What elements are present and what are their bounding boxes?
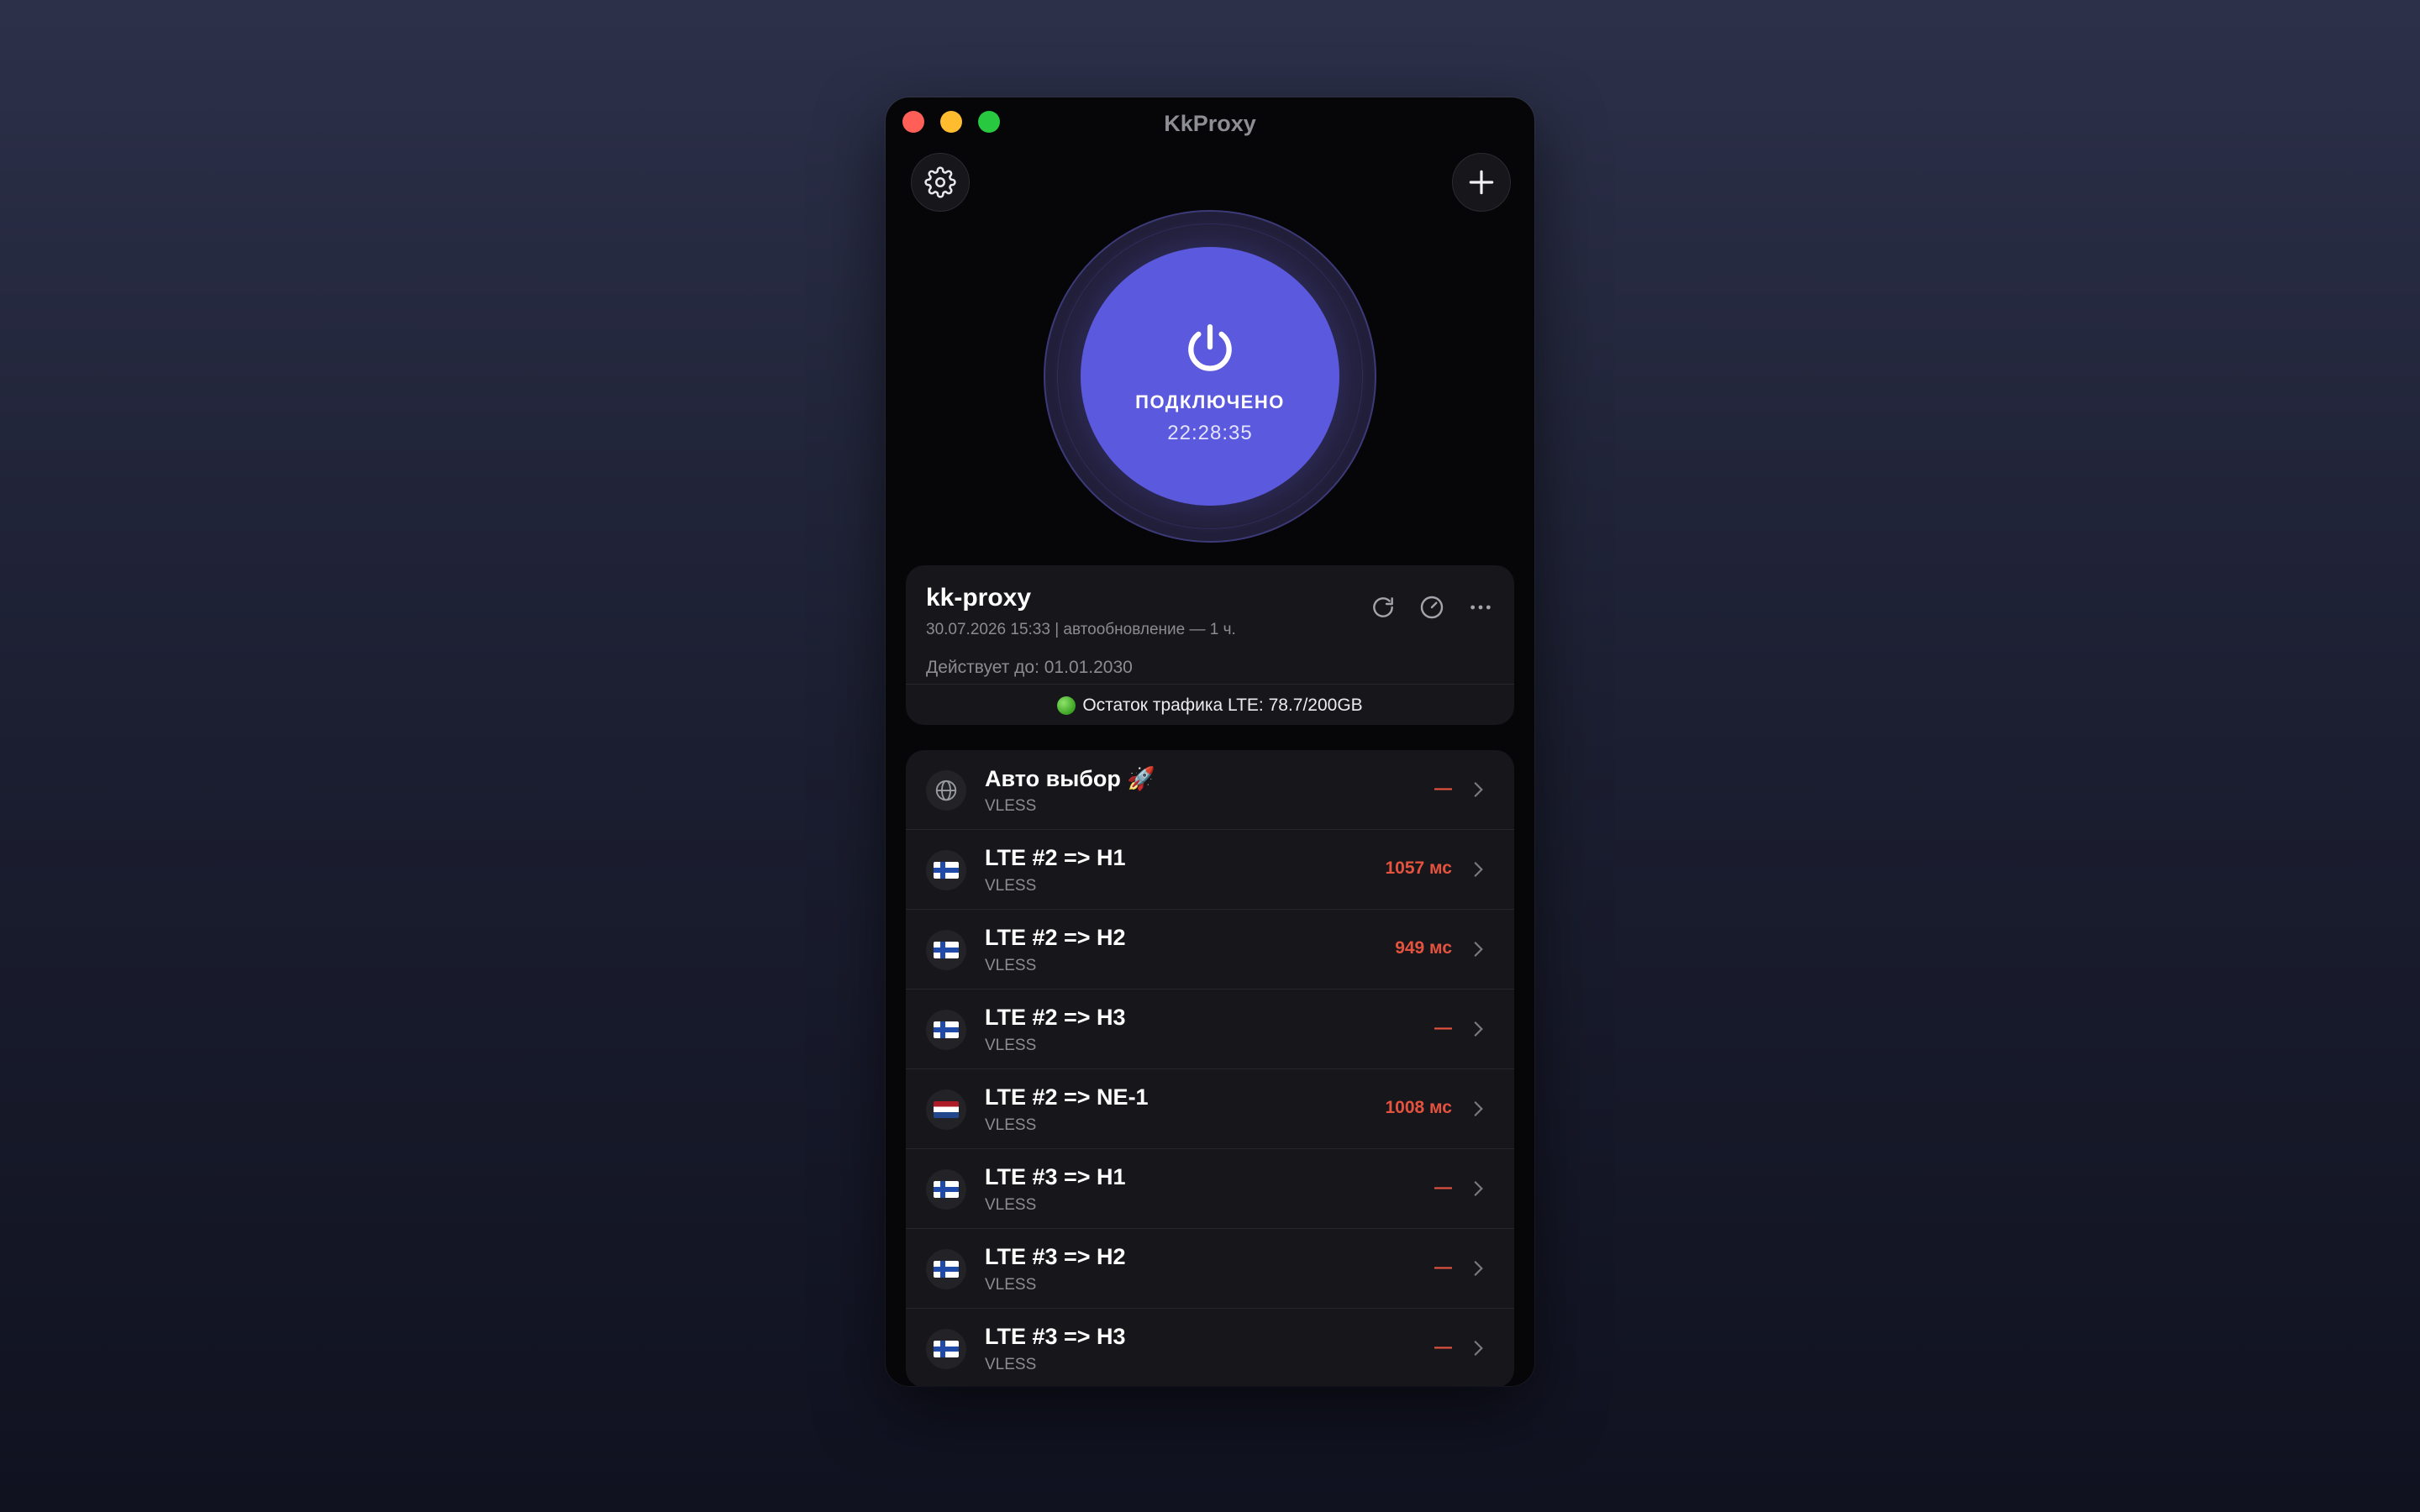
server-protocol: VLESS xyxy=(985,957,1037,974)
server-ping: 1057 мс xyxy=(1385,858,1453,878)
server-row[interactable]: LTE #2 => H1 VLESS 1057 мс xyxy=(906,830,1514,910)
server-row[interactable]: LTE #2 => H2 VLESS 949 мс xyxy=(906,910,1514,990)
connection-timer: 22:28:35 xyxy=(1167,422,1253,444)
subscription-actions xyxy=(1368,592,1496,622)
app-window: KkProxy ПОДКЛЮЧЕНО 22:28:35 kk-proxy 30.… xyxy=(886,97,1534,1386)
server-name: LTE #3 => H2 xyxy=(985,1244,1126,1269)
window-title: KkProxy xyxy=(1164,111,1256,136)
refresh-button[interactable] xyxy=(1368,592,1398,622)
finland-flag-icon xyxy=(926,1169,966,1210)
server-name: LTE #2 => NE-1 xyxy=(985,1084,1149,1110)
server-name: LTE #3 => H1 xyxy=(985,1164,1126,1189)
server-name: LTE #3 => H3 xyxy=(985,1324,1126,1349)
server-row[interactable]: LTE #3 => H3 VLESS — xyxy=(906,1309,1514,1386)
speed-test-icon xyxy=(1420,596,1444,619)
server-protocol: VLESS xyxy=(985,797,1037,815)
server-ping: 949 мс xyxy=(1395,938,1452,958)
title-bar: KkProxy xyxy=(886,97,1534,151)
chevron-right-icon xyxy=(1474,782,1483,797)
server-ping: 1008 мс xyxy=(1385,1098,1453,1117)
finland-flag-icon xyxy=(926,1010,966,1050)
netherlands-flag-icon xyxy=(926,1089,966,1130)
more-button[interactable] xyxy=(1465,592,1496,622)
server-name: LTE #2 => H1 xyxy=(985,845,1126,870)
refresh-icon xyxy=(1373,597,1393,617)
chevron-right-icon xyxy=(1474,1181,1483,1196)
chevron-right-icon xyxy=(1474,942,1483,957)
finland-flag-icon xyxy=(926,1329,966,1369)
gear-icon xyxy=(924,166,956,198)
server-name: Авто выбор 🚀 xyxy=(985,766,1156,791)
chevron-right-icon xyxy=(1474,1261,1483,1276)
server-ping: — xyxy=(1434,779,1452,798)
chevron-right-icon xyxy=(1474,1021,1483,1037)
server-list: Авто выбор 🚀 VLESS — LTE #2 => H1 VLESS … xyxy=(906,750,1514,1386)
power-icon xyxy=(1188,323,1232,371)
subscription-name: kk-proxy xyxy=(926,584,1032,612)
speed-test-button[interactable] xyxy=(1417,592,1447,622)
subscription-card: kk-proxy 30.07.2026 15:33 | автообновлен… xyxy=(906,565,1514,725)
subscription-update-info: 30.07.2026 15:33 | автообновление — 1 ч. xyxy=(926,621,1236,638)
server-protocol: VLESS xyxy=(985,1356,1037,1373)
server-row[interactable]: LTE #2 => NE-1 VLESS 1008 мс xyxy=(906,1069,1514,1149)
finland-flag-icon xyxy=(926,930,966,970)
plus-icon xyxy=(1469,170,1494,195)
server-row[interactable]: LTE #2 => H3 VLESS — xyxy=(906,990,1514,1069)
green-circle-icon xyxy=(1057,696,1076,715)
server-name: LTE #2 => H2 xyxy=(985,925,1126,950)
traffic-text: Остаток трафика LTE: 78.7/200GB xyxy=(1082,695,1363,715)
connect-toggle-button[interactable]: ПОДКЛЮЧЕНО 22:28:35 xyxy=(1081,247,1339,506)
server-protocol: VLESS xyxy=(985,1196,1037,1214)
server-row[interactable]: LTE #3 => H1 VLESS — xyxy=(906,1149,1514,1229)
settings-button[interactable] xyxy=(911,153,970,212)
server-protocol: VLESS xyxy=(985,1276,1037,1294)
server-protocol: VLESS xyxy=(985,877,1037,895)
finland-flag-icon xyxy=(926,1249,966,1289)
subscription-valid-until: Действует до: 01.01.2030 xyxy=(926,658,1133,677)
more-icon xyxy=(1470,605,1491,610)
chevron-right-icon xyxy=(1474,1341,1483,1356)
chevron-right-icon xyxy=(1474,862,1483,877)
server-protocol: VLESS xyxy=(985,1037,1037,1054)
chevron-right-icon xyxy=(1474,1101,1483,1116)
server-row[interactable]: LTE #3 => H2 VLESS — xyxy=(906,1229,1514,1309)
server-protocol: VLESS xyxy=(985,1116,1037,1134)
server-row-auto[interactable]: Авто выбор 🚀 VLESS — xyxy=(906,750,1514,830)
add-subscription-button[interactable] xyxy=(1452,153,1511,212)
server-ping: — xyxy=(1434,1178,1452,1197)
finland-flag-icon xyxy=(926,850,966,890)
connection-status: ПОДКЛЮЧЕНО xyxy=(1135,391,1285,412)
traffic-remaining: Остаток трафика LTE: 78.7/200GB xyxy=(906,684,1514,725)
server-ping: — xyxy=(1434,1257,1452,1277)
globe-icon xyxy=(926,770,966,811)
server-name: LTE #2 => H3 xyxy=(985,1005,1126,1030)
server-ping: — xyxy=(1434,1337,1452,1357)
server-ping: — xyxy=(1434,1018,1452,1037)
